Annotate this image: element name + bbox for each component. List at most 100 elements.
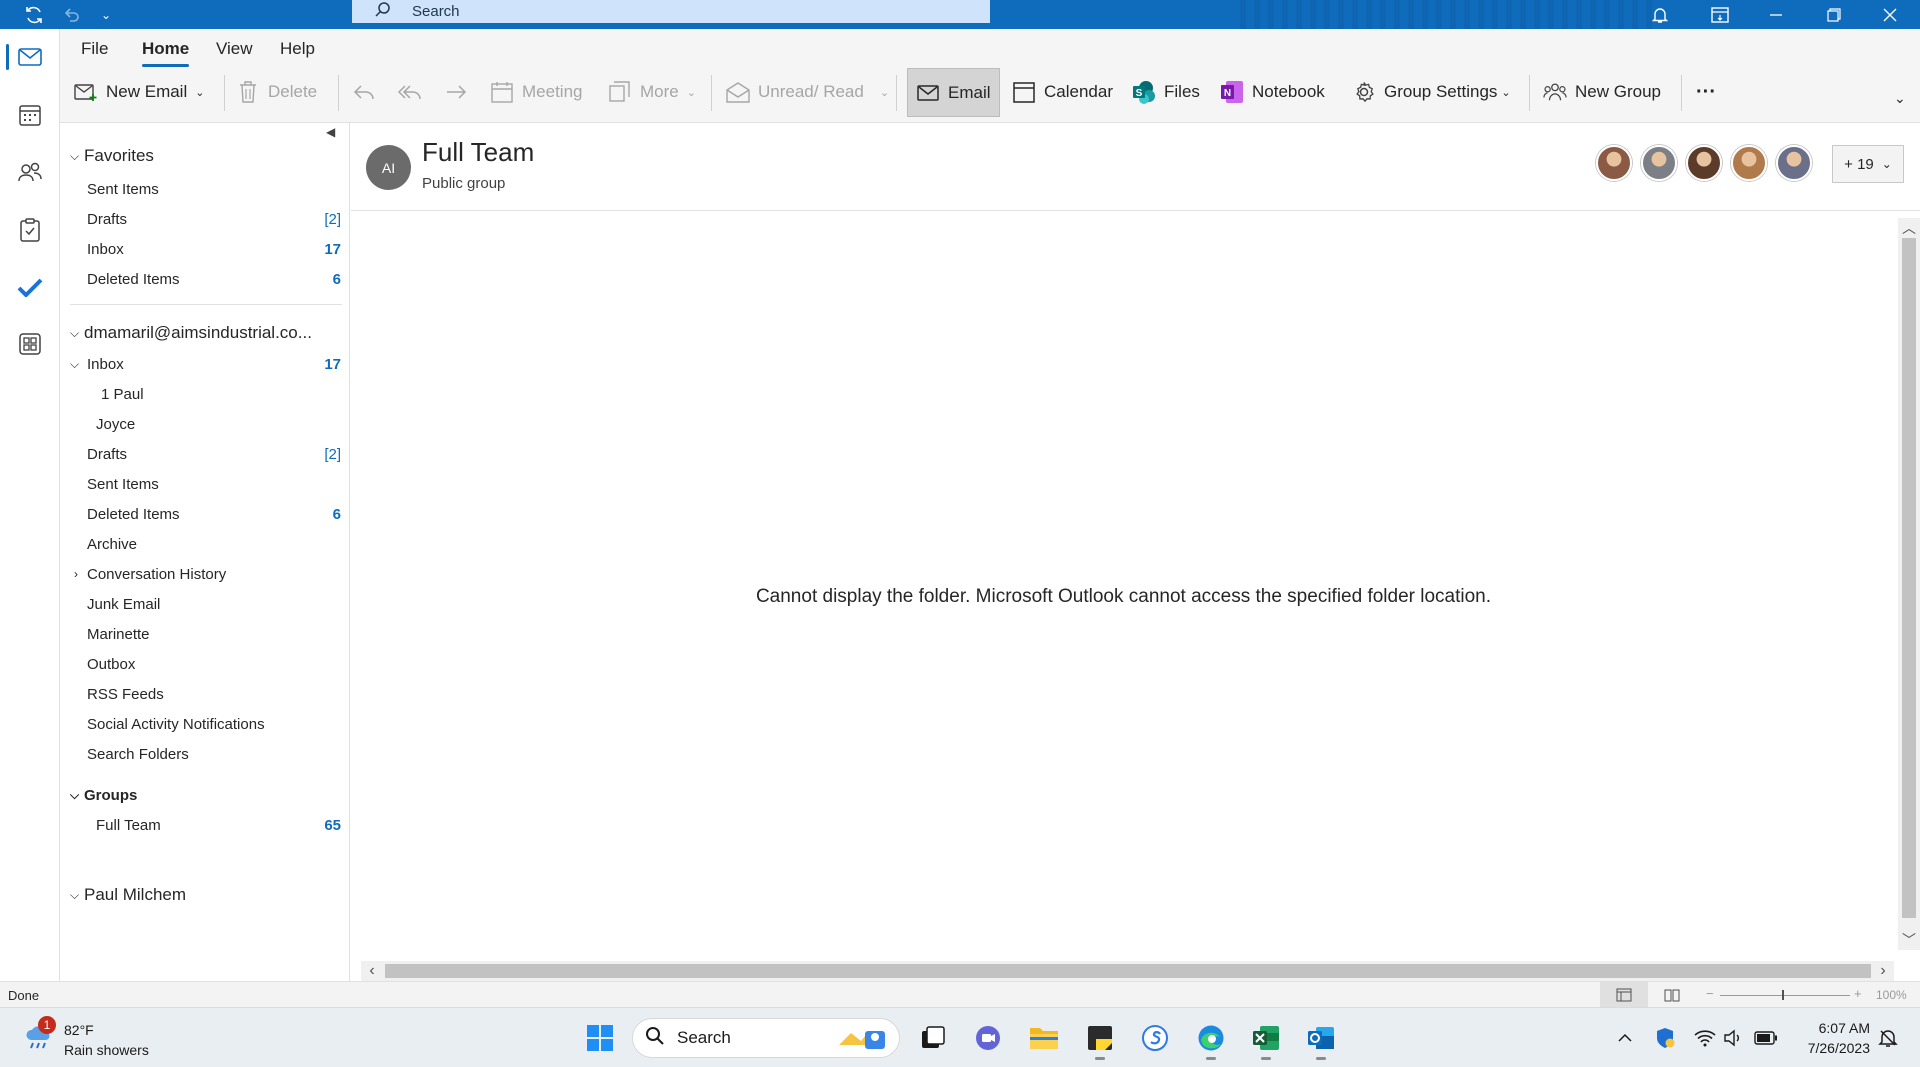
task-view-icon[interactable] [911,1016,955,1060]
collapse-pane-icon[interactable]: ◀ [326,125,335,139]
taskbar-search[interactable]: Search [632,1018,900,1058]
member-avatar[interactable] [1596,145,1632,181]
battery-icon[interactable] [1754,1026,1778,1050]
folder-item-sent[interactable]: Sent Items [87,471,341,497]
zoom-level[interactable]: 100% [1876,988,1907,1002]
folder-item-deleted[interactable]: Deleted Items 6 [87,501,341,527]
close-icon[interactable] [1870,0,1910,29]
meeting-button[interactable]: Meeting [490,67,582,117]
zoom-in-icon[interactable]: + [1854,986,1862,1001]
group-settings-button[interactable]: Group Settings ⌄ [1352,67,1511,117]
tab-view[interactable]: View [216,39,253,59]
windows-start-icon[interactable] [578,1016,622,1060]
chevron-down-icon[interactable]: ⌄ [880,86,889,99]
volume-icon[interactable] [1721,1026,1745,1050]
chevron-up-icon[interactable] [1613,1026,1637,1050]
favorites-header[interactable]: ⌵ Favorites [70,143,352,169]
folder-item-archive[interactable]: Archive [87,531,341,557]
restore-icon[interactable] [1814,0,1854,29]
sticky-notes-icon[interactable] [1078,1016,1122,1060]
reply-all-button[interactable] [398,67,430,117]
sync-icon[interactable] [14,0,54,29]
chevron-down-icon[interactable]: ⌄ [195,86,204,99]
scroll-left-icon[interactable]: ‹ [361,961,383,981]
customize-toolbar-icon[interactable]: ⌄ [86,0,126,29]
folder-item-subfolder[interactable]: 1 Paul [101,381,341,407]
new-email-button[interactable]: New Email ⌄ [74,67,204,117]
reply-button[interactable] [352,67,384,117]
search-box[interactable]: Search [352,0,990,23]
folder-item-favorites-inbox[interactable]: Inbox 17 [87,236,341,262]
more-button[interactable]: More ⌄ [608,67,696,117]
notebook-button[interactable]: N Notebook [1220,67,1325,117]
folder-item-favorites-deleted[interactable]: Deleted Items 6 [87,266,341,292]
folder-item-rss[interactable]: RSS Feeds [87,681,341,707]
file-explorer-icon[interactable] [1022,1016,1066,1060]
weather-widget[interactable]: 1 82°F Rain showers [20,1016,180,1060]
more-members-button[interactable]: + 19 ⌄ [1832,145,1904,183]
bell-icon[interactable] [1640,0,1680,29]
member-avatar[interactable] [1776,145,1812,181]
more-options-button[interactable]: ··· [1696,67,1716,117]
folder-item-inbox[interactable]: ⌵ Inbox 17 [70,351,341,377]
folder-item-favorites-sent[interactable]: Sent Items [87,176,341,202]
member-avatar[interactable] [1641,145,1677,181]
edge-browser-icon[interactable] [1189,1016,1233,1060]
zoom-knob[interactable] [1782,990,1784,1000]
zoom-slider[interactable]: − + [1704,986,1866,1004]
outlook-icon[interactable] [1299,1016,1343,1060]
zoom-out-icon[interactable]: − [1706,986,1714,1001]
apps-icon[interactable] [0,319,60,369]
member-avatar[interactable] [1731,145,1767,181]
account-header[interactable]: ⌵ dmamaril@aimsindustrial.co... [70,320,342,346]
files-button[interactable]: S Files [1132,67,1200,117]
new-group-button[interactable]: New Group [1543,67,1661,117]
scroll-thumb[interactable] [385,964,1871,978]
people-icon[interactable] [0,147,60,197]
horizontal-scrollbar[interactable]: ‹ › [361,961,1894,981]
wifi-icon[interactable] [1693,1026,1717,1050]
system-clock[interactable]: 6:07 AM 7/26/2023 [1790,1018,1870,1058]
vertical-scrollbar[interactable]: ︿ ﹀ [1898,218,1920,950]
scroll-down-icon[interactable]: ﹀ [1898,930,1920,950]
scroll-thumb[interactable] [1902,238,1916,918]
folder-item-social[interactable]: Social Activity Notifications [87,711,341,737]
chevron-right-icon[interactable]: › [74,567,87,581]
forward-button[interactable] [444,67,476,117]
group-title[interactable]: Full Team [422,137,534,168]
tasks-icon[interactable] [0,205,60,255]
minimize-icon[interactable] [1756,0,1796,29]
folder-item-search-folders[interactable]: Search Folders [87,741,341,767]
folder-item-marinette[interactable]: Marinette [87,621,341,647]
tab-help[interactable]: Help [280,39,315,59]
unread-read-button[interactable]: Unread/ Read ⌄ [726,67,889,117]
expand-ribbon-icon[interactable]: ⌄ [1894,83,1906,113]
scroll-up-icon[interactable]: ︿ [1898,218,1920,238]
folder-item-favorites-drafts[interactable]: Drafts [2] [87,206,341,232]
folder-item-subfolder[interactable]: Joyce [96,411,341,437]
folder-item-outbox[interactable]: Outbox [87,651,341,677]
excel-icon[interactable] [1244,1016,1288,1060]
groups-header[interactable]: ⌵ Groups [70,782,352,808]
folder-item-group-full-team[interactable]: Full Team 65 [96,812,341,838]
other-account-header[interactable]: ⌵ Paul Milchem [70,882,352,908]
scroll-right-icon[interactable]: › [1872,961,1894,981]
todo-icon[interactable] [0,262,60,312]
folder-item-drafts[interactable]: Drafts [2] [87,441,341,467]
member-avatar[interactable] [1686,145,1722,181]
security-shield-icon[interactable] [1653,1026,1677,1050]
calendar-button[interactable]: Calendar [1012,67,1113,117]
app-icon[interactable] [1133,1016,1177,1060]
normal-view-icon[interactable] [1600,982,1648,1008]
calendar-icon[interactable] [0,90,60,140]
mail-icon[interactable] [0,32,60,82]
ribbon-display-icon[interactable] [1700,0,1740,29]
notifications-bell-icon[interactable] [1876,1026,1900,1050]
folder-item-conversation-history[interactable]: › Conversation History [74,561,341,587]
delete-button[interactable]: Delete [236,67,317,117]
folder-item-junk[interactable]: Junk Email [87,591,341,617]
tab-home[interactable]: Home [142,39,190,67]
email-button[interactable]: Email [907,68,1000,117]
teams-chat-icon[interactable] [966,1016,1010,1060]
tab-file[interactable]: File [81,39,108,59]
